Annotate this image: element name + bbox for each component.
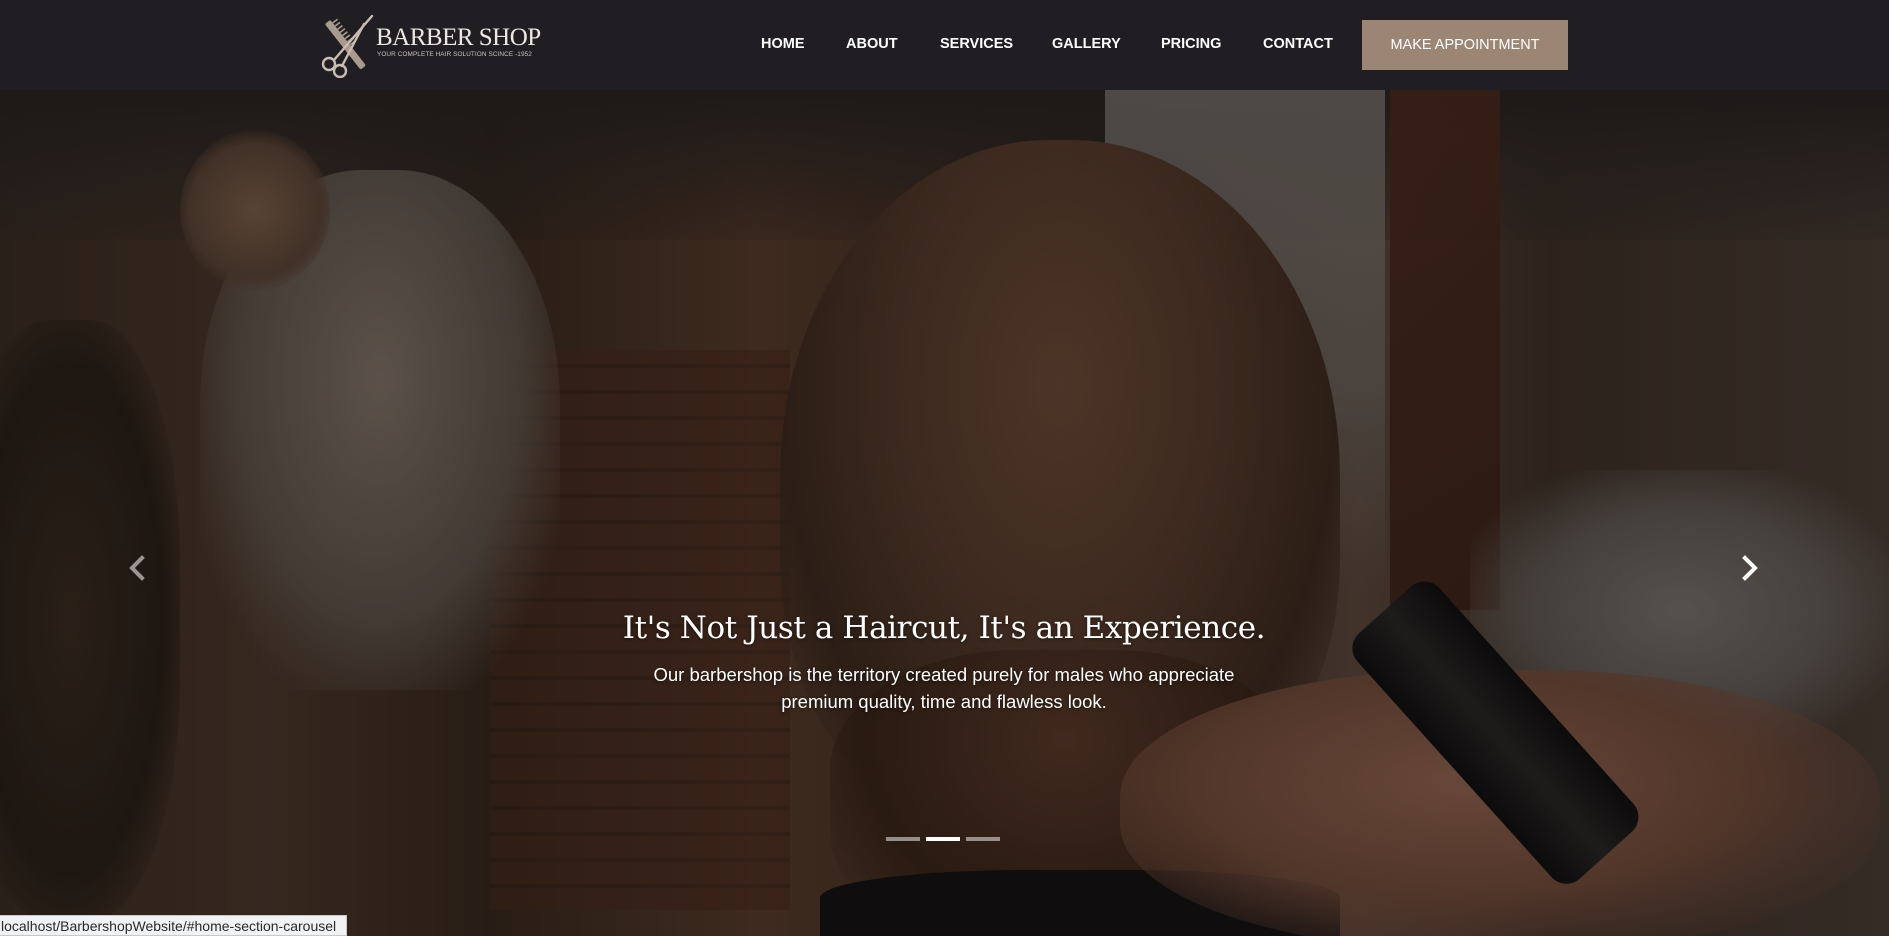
nav-about[interactable]: ABOUT [846,36,898,52]
browser-status-url: localhost/BarbershopWebsite/#home-sectio… [0,915,348,936]
carousel-caption: It's Not Just a Haircut, It's an Experie… [544,610,1344,715]
nav-home[interactable]: HOME [761,36,805,52]
carousel-indicators [886,837,1000,843]
carousel-next-button[interactable] [1735,548,1765,588]
nav-services[interactable]: SERVICES [940,36,1013,52]
make-appointment-button[interactable]: MAKE APPOINTMENT [1362,20,1568,70]
carousel-title: It's Not Just a Haircut, It's an Experie… [622,610,1266,646]
carousel-indicator-2[interactable] [926,837,960,841]
nav-gallery[interactable]: GALLERY [1052,36,1121,52]
nav-pricing[interactable]: PRICING [1161,36,1221,52]
carousel-indicator-1[interactable] [886,837,920,841]
logo-title: BARBER SHOP [376,24,541,51]
carousel-text: Our barbershop is the territory created … [653,664,1235,712]
carousel-indicator-3[interactable] [966,837,1000,841]
scissors-comb-icon [321,14,374,78]
site-header: BARBER SHOP YOUR COMPLETE HAIR SOLUTION … [0,0,1889,90]
carousel-prev-button[interactable] [122,548,152,588]
logo-tagline: YOUR COMPLETE HAIR SOLUTION SCINCE -1952 [377,51,532,58]
logo[interactable]: BARBER SHOP YOUR COMPLETE HAIR SOLUTION … [316,10,548,78]
hero-carousel: It's Not Just a Haircut, It's an Experie… [0,90,1889,936]
nav-contact[interactable]: CONTACT [1263,36,1333,52]
chevron-right-icon [1742,555,1758,581]
chevron-left-icon [129,555,145,581]
